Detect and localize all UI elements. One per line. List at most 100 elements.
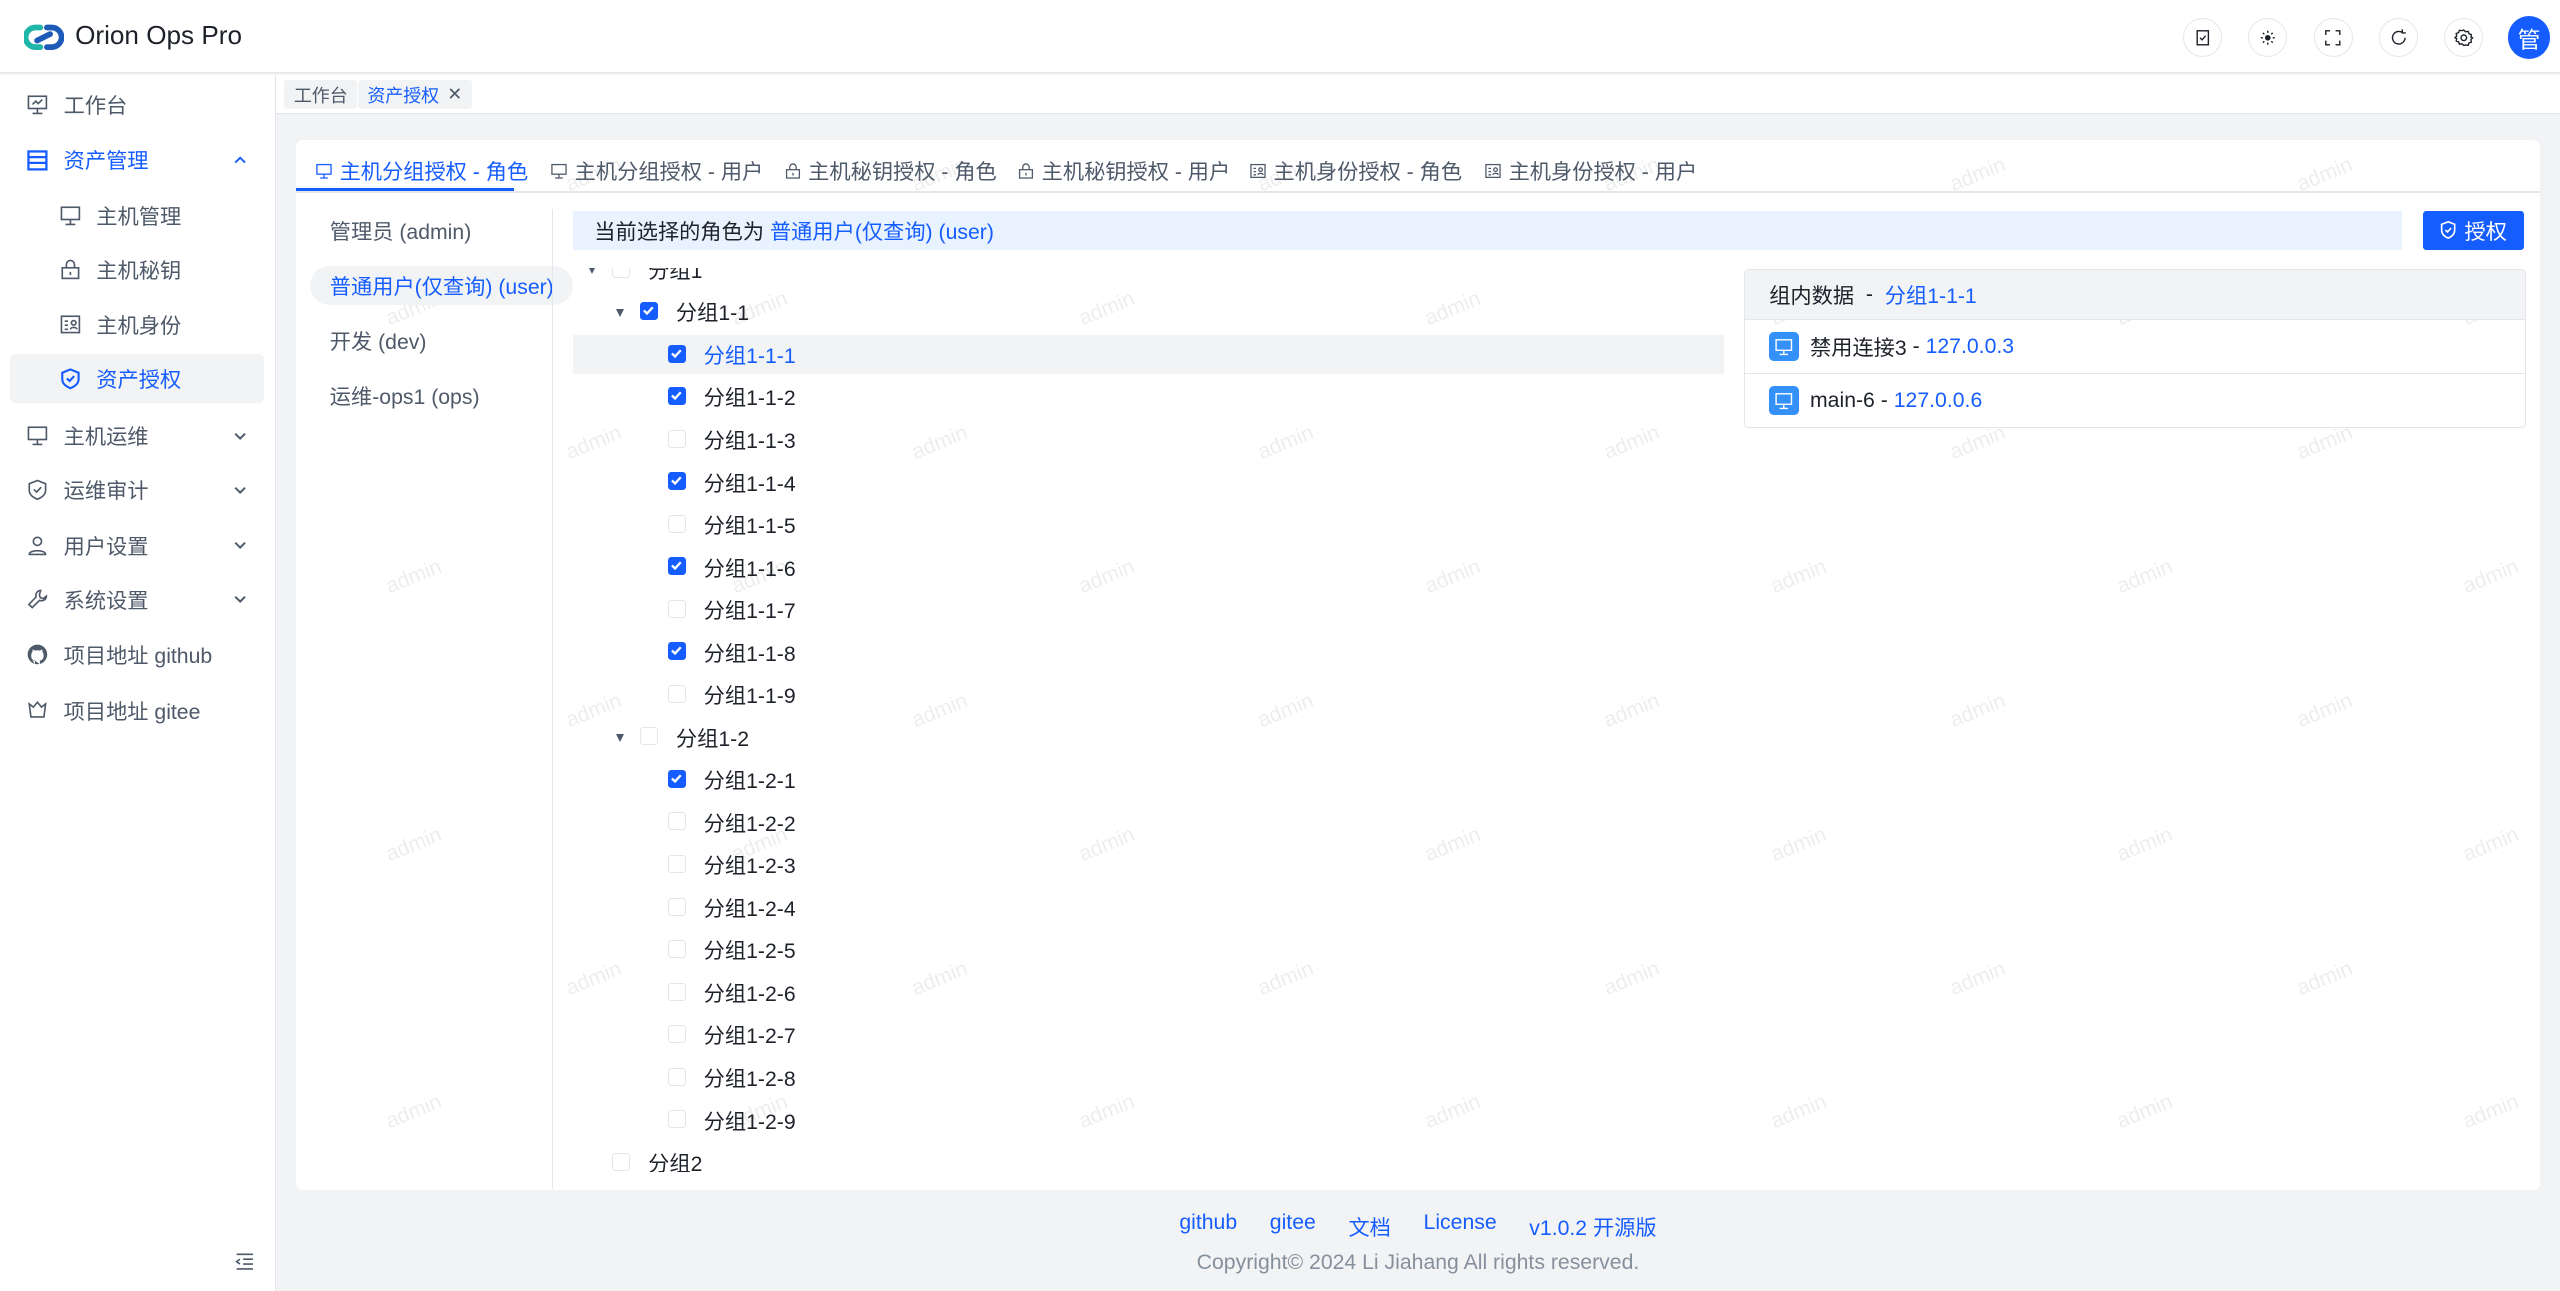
node-checkbox[interactable]: [667, 812, 686, 831]
tree-node[interactable]: 分组1-2-8: [573, 1058, 1724, 1097]
tree-node[interactable]: 分组1-2-2: [573, 803, 1724, 842]
node-checkbox[interactable]: [667, 684, 686, 703]
refresh-button[interactable]: [2378, 17, 2419, 58]
sidebar-item-3[interactable]: 主机秘钥: [10, 245, 265, 294]
sidebar-item-1[interactable]: 资产管理: [10, 136, 265, 185]
node-checkbox[interactable]: [667, 642, 686, 661]
authorize-button[interactable]: 授权: [2422, 210, 2525, 250]
watermark: admin: [2459, 1090, 2522, 1134]
tag-workbench[interactable]: 工作台: [284, 79, 358, 110]
tab-3[interactable]: 主机秘钥授权 - 用户: [1017, 150, 1230, 191]
node-checkbox[interactable]: [667, 1067, 686, 1086]
doc-check-button[interactable]: [2182, 17, 2223, 58]
node-label: 分组1-2-2: [703, 812, 796, 836]
caret-down-icon[interactable]: [615, 733, 624, 742]
node-checkbox[interactable]: [667, 387, 686, 406]
node-label: 分组1-1-7: [703, 600, 796, 624]
footer-link[interactable]: v1.0.2 开源版: [1529, 1211, 1656, 1242]
node-checkbox[interactable]: [667, 472, 686, 491]
node-checkbox[interactable]: [667, 557, 686, 576]
node-label: 分组1-2-4: [703, 897, 796, 921]
node-label: 分组1-2-6: [703, 982, 796, 1006]
node-checkbox[interactable]: [667, 940, 686, 959]
tree-node[interactable]: 分组1-2-9: [573, 1100, 1724, 1139]
node-checkbox[interactable]: [667, 344, 686, 363]
sidebar-item-0[interactable]: 工作台: [10, 80, 265, 129]
caret-down-icon[interactable]: [615, 308, 624, 317]
tree-node[interactable]: 分组1-1-3: [573, 420, 1724, 459]
tree-node[interactable]: 分组1-2: [573, 718, 1724, 757]
node-checkbox[interactable]: [667, 1110, 686, 1129]
tree-node[interactable]: 分组1: [573, 267, 1724, 289]
role-item[interactable]: 普通用户(仅查询) (user): [310, 265, 574, 305]
node-label: 分组1-1-1: [703, 344, 796, 368]
sidebar-item-5[interactable]: 资产授权: [9, 354, 265, 404]
tab-0[interactable]: 主机分组授权 - 角色: [315, 150, 528, 191]
sidebar-item-9[interactable]: 系统设置: [10, 575, 265, 624]
sidebar-item-6[interactable]: 主机运维: [10, 411, 265, 460]
sidebar-item-10[interactable]: 项目地址 github: [10, 630, 265, 679]
host-row[interactable]: 禁用连接3 - 127.0.0.3: [1744, 319, 2525, 373]
watermark: admin: [1767, 554, 1830, 598]
gear-button[interactable]: [2444, 17, 2484, 58]
tree-node[interactable]: 分组1-1: [573, 292, 1724, 331]
tree-node[interactable]: 分组1-1-7: [573, 590, 1724, 629]
node-checkbox[interactable]: [667, 897, 686, 916]
host-name: main-6: [1810, 388, 1875, 412]
tab-4[interactable]: 主机身份授权 - 角色: [1249, 150, 1462, 191]
tree-node[interactable]: 分组1-1-9: [573, 675, 1724, 714]
watermark: admin: [2113, 554, 2176, 598]
sidebar-item-8[interactable]: 用户设置: [10, 521, 265, 570]
tree-node[interactable]: 分组1-1-6: [573, 548, 1724, 587]
close-icon[interactable]: ✕: [447, 84, 462, 105]
node-checkbox[interactable]: [667, 599, 686, 618]
tag-label: 工作台: [293, 85, 348, 106]
node-label: 分组1-2-5: [703, 940, 796, 964]
node-checkbox[interactable]: [667, 982, 686, 1001]
collapse-sidebar-icon[interactable]: [235, 1251, 255, 1271]
role-item[interactable]: 开发 (dev): [310, 321, 446, 360]
role-item[interactable]: 运维-ops1 (ops): [310, 376, 499, 415]
tree-node[interactable]: 分组1-2-4: [573, 888, 1724, 927]
sidebar-item-11[interactable]: 项目地址 gitee: [10, 686, 265, 735]
node-checkbox[interactable]: [667, 769, 686, 788]
tree-node[interactable]: 分组1-2-7: [573, 1015, 1724, 1054]
tree-node[interactable]: 分组1-1-1: [573, 334, 1725, 375]
tree-node[interactable]: 分组1-2-1: [573, 760, 1724, 799]
tree-node[interactable]: 分组2: [573, 1143, 1724, 1172]
node-checkbox[interactable]: [667, 429, 686, 448]
role-item[interactable]: 管理员 (admin): [310, 211, 491, 250]
sidebar-item-4[interactable]: 主机身份: [10, 300, 265, 349]
tree-node[interactable]: 分组1-2-6: [573, 973, 1724, 1012]
footer-link[interactable]: gitee: [1270, 1211, 1316, 1242]
footer-link[interactable]: License: [1424, 1211, 1497, 1242]
sidebar-item-2[interactable]: 主机管理: [10, 191, 265, 240]
sidebar-item-7[interactable]: 运维审计: [10, 465, 265, 514]
node-checkbox[interactable]: [640, 302, 658, 321]
node-checkbox[interactable]: [667, 855, 686, 873]
tree-node[interactable]: 分组1-1-4: [573, 462, 1724, 501]
monitor-icon: [59, 204, 82, 227]
tree-node[interactable]: 分组1-1-2: [573, 377, 1724, 416]
footer-link[interactable]: 文档: [1348, 1211, 1390, 1242]
host-row[interactable]: main-6 - 127.0.0.6: [1744, 373, 2525, 427]
tree-node[interactable]: 分组1-2-5: [573, 930, 1724, 969]
node-checkbox[interactable]: [667, 1025, 686, 1044]
tree-node[interactable]: 分组1-1-5: [573, 505, 1724, 544]
tab-1[interactable]: 主机分组授权 - 用户: [550, 150, 763, 191]
tree-node[interactable]: 分组1-2-3: [573, 845, 1724, 884]
fullscreen-icon: [2323, 28, 2343, 48]
node-checkbox[interactable]: [667, 514, 686, 533]
node-checkbox[interactable]: [640, 727, 658, 746]
fullscreen-button[interactable]: [2313, 17, 2353, 58]
tree-node[interactable]: 分组1-1-8: [573, 633, 1724, 672]
tab-5[interactable]: 主机身份授权 - 用户: [1484, 150, 1697, 191]
node-checkbox[interactable]: [612, 1152, 631, 1171]
sun-button[interactable]: [2248, 17, 2288, 58]
tag-asset-auth[interactable]: 资产授权 ✕: [357, 79, 473, 110]
node-checkbox[interactable]: [612, 267, 631, 278]
caret-down-icon[interactable]: [587, 267, 596, 274]
avatar[interactable]: 管: [2507, 16, 2551, 59]
tab-2[interactable]: 主机秘钥授权 - 角色: [784, 150, 997, 191]
footer-link[interactable]: github: [1179, 1211, 1237, 1242]
